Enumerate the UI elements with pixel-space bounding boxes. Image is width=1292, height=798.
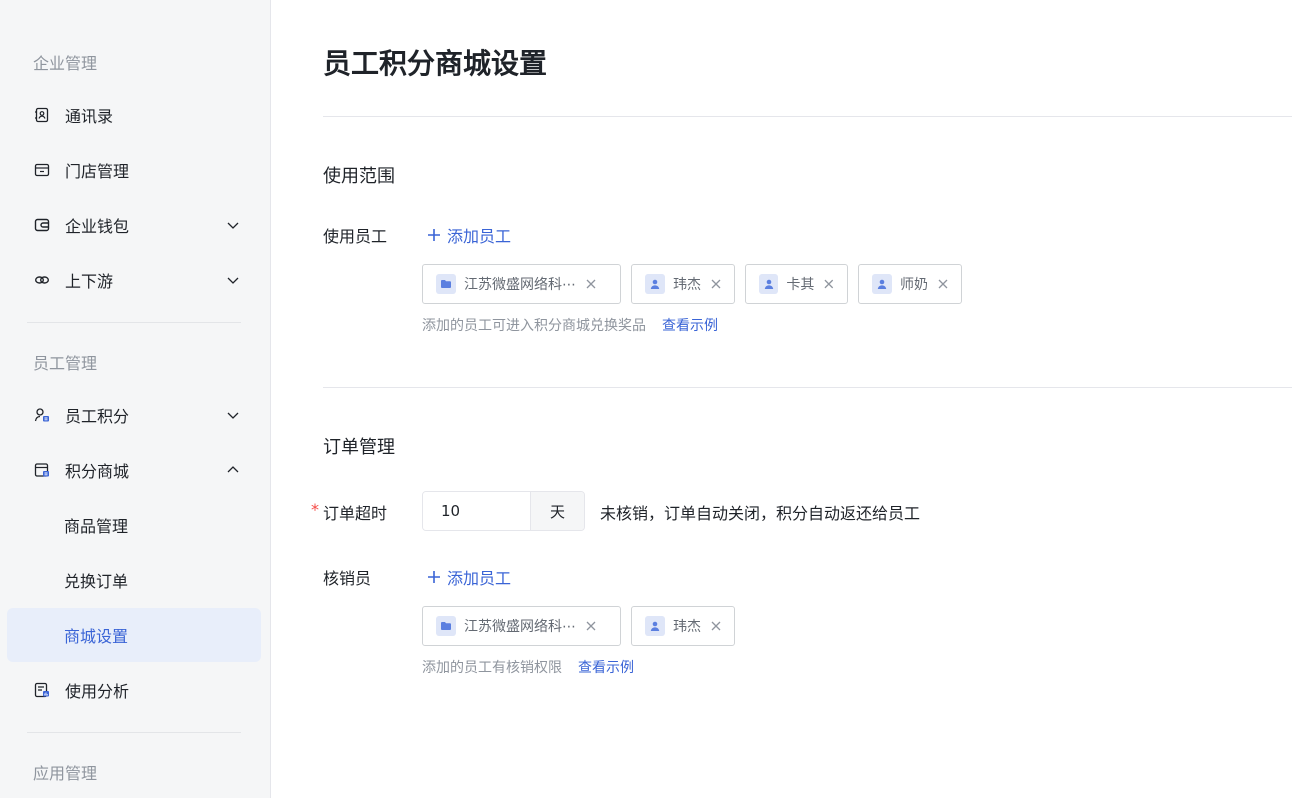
add-employee-label: 添加员工 [447,227,512,246]
tag-employee: 师奶 [858,264,962,304]
sidebar-item-label: 企业钱包 [65,217,130,236]
sidebar-item-label: 上下游 [65,272,114,291]
close-icon[interactable] [937,278,949,290]
view-example-link[interactable]: 查看示例 [578,657,634,677]
tag-label: 卡其 [786,277,815,293]
timeout-unit: 天 [530,492,584,530]
tag-employee: 卡其 [745,264,848,304]
add-employee-button[interactable]: 添加员工 [427,223,511,247]
plus-icon [428,229,440,241]
contacts-icon [33,106,51,124]
sidebar-divider [27,732,241,733]
group-title-app: 应用管理 [33,764,98,783]
sidebar: 企业管理 通讯录 门店管理 企业钱包 上下游 员工管理 员工积分 积分商城 商品… [0,0,271,798]
store-icon [33,161,51,179]
verifier-hint: 添加的员工有核销权限 查看示例 [422,657,634,677]
timeout-input[interactable] [423,492,530,530]
scope-hint: 添加的员工可进入积分商城兑换奖品 查看示例 [422,315,718,335]
link-icon [33,271,51,289]
sidebar-item-stores[interactable]: 门店管理 [7,143,261,197]
user-icon [645,274,665,294]
sidebar-item-orders[interactable]: 兑换订单 [7,553,261,607]
close-icon[interactable] [585,620,597,632]
close-icon[interactable] [823,278,835,290]
sidebar-item-label: 门店管理 [65,162,130,181]
tag-label: 江苏微盛网络科⋯ [464,277,576,293]
close-icon[interactable] [585,278,597,290]
tag-label: 玮杰 [673,277,701,293]
sidebar-item-wallet[interactable]: 企业钱包 [7,198,261,252]
folder-icon [436,616,456,636]
sidebar-item-label: 商城设置 [64,627,129,646]
hint-text: 添加的员工可进入积分商城兑换奖品 [422,318,646,334]
tag-department: 江苏微盛网络科⋯ [422,606,621,646]
chevron-down-icon [227,277,239,284]
plus-icon [428,571,440,583]
timeout-label: 订单超时 [323,504,388,523]
sidebar-item-points[interactable]: 员工积分 [7,388,261,442]
header-divider [323,116,1292,117]
tag-label: 江苏微盛网络科⋯ [464,619,576,635]
user-points-icon [33,406,51,424]
tag-label: 师奶 [900,277,928,293]
sidebar-item-label: 兑换订单 [64,572,129,591]
sidebar-item-products[interactable]: 商品管理 [7,498,261,552]
sidebar-item-label: 积分商城 [65,462,130,481]
section-title-order: 订单管理 [323,437,395,458]
hint-text: 添加的员工有核销权限 [422,660,562,676]
section-title-scope: 使用范围 [323,166,395,187]
group-title-employee: 员工管理 [33,354,98,373]
sidebar-item-chain[interactable]: 上下游 [7,253,261,307]
group-title-enterprise: 企业管理 [33,54,98,73]
sidebar-item-mall[interactable]: 积分商城 [7,443,261,497]
sidebar-item-analysis[interactable]: 使用分析 [7,663,261,717]
tag-label: 玮杰 [673,619,701,635]
tag-employee: 玮杰 [631,264,735,304]
folder-icon [436,274,456,294]
sidebar-item-mall-settings[interactable]: 商城设置 [7,608,261,662]
scope-tag-list: 江苏微盛网络科⋯ 玮杰 卡其 师奶 [422,264,962,304]
timeout-description: 未核销，订单自动关闭，积分自动返还给员工 [600,504,921,523]
wallet-icon [33,216,51,234]
user-icon [872,274,892,294]
section-divider [323,387,1292,388]
add-employee-label: 添加员工 [447,569,512,588]
user-icon [645,616,665,636]
sidebar-divider [27,322,241,323]
analysis-icon [33,681,51,699]
sidebar-item-label: 通讯录 [65,107,114,126]
chevron-down-icon [227,412,239,419]
tag-department: 江苏微盛网络科⋯ [422,264,621,304]
tag-employee: 玮杰 [631,606,735,646]
add-verifier-button[interactable]: 添加员工 [427,565,511,589]
verifier-tag-list: 江苏微盛网络科⋯ 玮杰 [422,606,735,646]
timeout-field: 天 [422,491,585,531]
mall-icon [33,461,51,479]
chevron-up-icon [227,466,239,473]
sidebar-item-label: 商品管理 [64,517,129,536]
employees-label: 使用员工 [323,227,388,246]
sidebar-item-label: 使用分析 [65,682,130,701]
sidebar-item-contacts[interactable]: 通讯录 [7,88,261,142]
sidebar-item-label: 员工积分 [65,407,130,426]
view-example-link[interactable]: 查看示例 [662,315,718,335]
user-icon [759,274,779,294]
chevron-down-icon [227,222,239,229]
close-icon[interactable] [710,620,722,632]
close-icon[interactable] [710,278,722,290]
verifier-label: 核销员 [323,569,372,588]
main-content: 员工积分商城设置 使用范围 使用员工 添加员工 江苏微盛网络科⋯ 玮杰 卡其 师… [272,0,1292,798]
page-title: 员工积分商城设置 [323,47,548,80]
required-mark: * [311,500,319,519]
